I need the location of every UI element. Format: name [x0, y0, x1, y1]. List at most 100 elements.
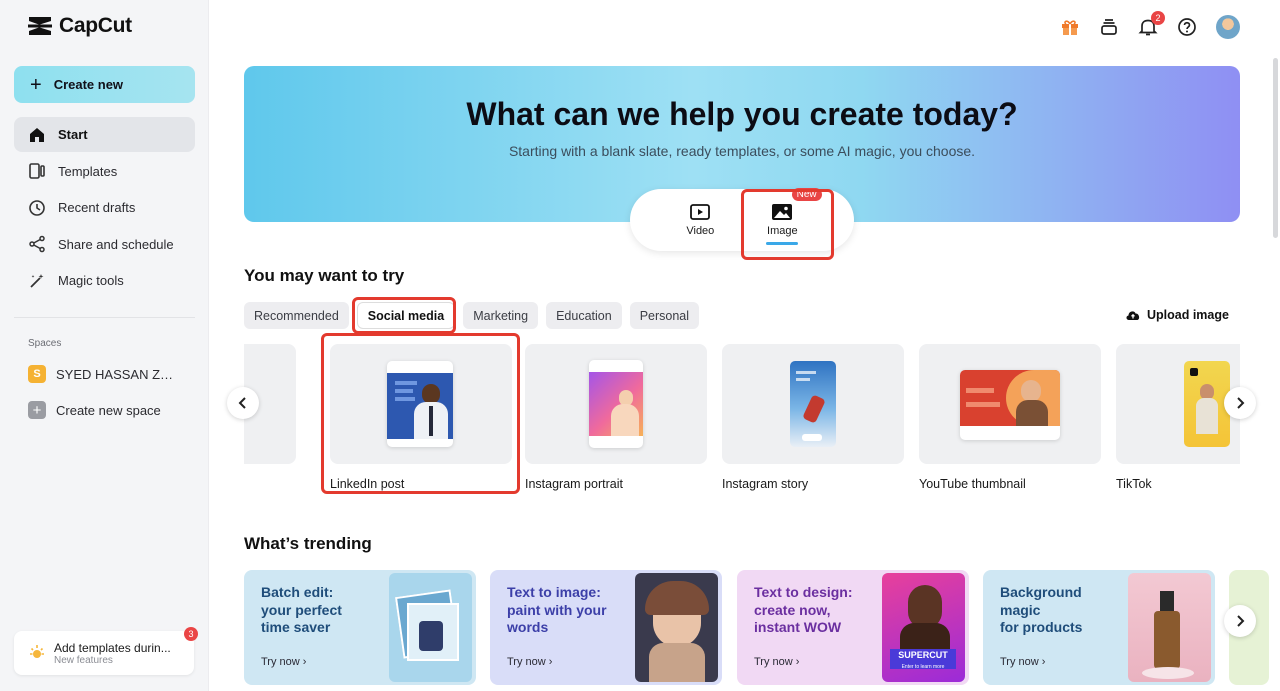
trending-card-image: [635, 573, 718, 682]
trending-card-text-to-image[interactable]: Text to image: paint with your words Try n…: [490, 570, 722, 685]
template-card-youtube-thumbnail[interactable]: YouTube thumbnail: [919, 344, 1101, 491]
promo-subtitle: New features: [54, 654, 113, 666]
notification-count-badge: 2: [1151, 11, 1165, 25]
template-card-label: Instagram story: [722, 477, 809, 491]
template-card-tiktok[interactable]: TikTok: [1116, 344, 1240, 491]
create-space-button[interactable]: + Create new space: [28, 401, 198, 419]
page-scrollbar[interactable]: [1273, 58, 1278, 238]
sidebar-divider: [14, 317, 195, 318]
hero-subtitle: Starting with a blank slate, ready templ…: [508, 143, 976, 159]
mode-video-tab[interactable]: Video: [686, 203, 714, 237]
try-now-link[interactable]: Try now ›: [1000, 656, 1045, 668]
trending-card-title: Batch edit: your perfect time saver: [261, 584, 342, 635]
sidebar-item-label: Magic tools: [58, 273, 124, 288]
sidebar-item-templates[interactable]: Templates: [14, 154, 195, 189]
try-now-link[interactable]: Try now ›: [507, 656, 552, 668]
create-new-button[interactable]: + Create new: [14, 66, 195, 103]
chevron-left-icon: [238, 397, 246, 409]
trending-card-title: Background magic for products: [1000, 584, 1083, 635]
try-section-title: You may want to try: [244, 266, 405, 285]
promo-title: Add templates durin...: [54, 640, 171, 655]
trending-card-image: [389, 573, 472, 682]
template-thumbnail: [525, 344, 707, 464]
app-name: CapCut: [59, 14, 132, 37]
template-card-label: YouTube thumbnail: [919, 477, 1026, 491]
trending-card-image: [1128, 573, 1211, 682]
carousel-next-button[interactable]: [1224, 387, 1256, 419]
template-thumbnail: [722, 344, 904, 464]
template-card-instagram-story[interactable]: Instagram story: [722, 344, 904, 491]
template-thumbnail: [1116, 344, 1240, 464]
space-name: SYED HASSAN ZAM...: [56, 366, 181, 382]
template-card-instagram-portrait[interactable]: Instagram portrait: [525, 344, 707, 491]
plus-icon: +: [28, 401, 46, 419]
trending-card-batch-edit[interactable]: Batch edit: your perfect time saver Try no…: [244, 570, 476, 685]
hero-title: What can we help you create today?: [466, 96, 1018, 132]
carousel-prev-button[interactable]: [227, 387, 259, 419]
sidebar-item-recent-drafts[interactable]: Recent drafts: [14, 190, 195, 225]
magic-wand-icon: [30, 273, 44, 288]
image-icon: [772, 204, 793, 220]
top-toolbar: 2: [1060, 11, 1240, 39]
promo-card[interactable]: Add templates durin... New features 3: [14, 627, 198, 675]
sun-icon: [30, 645, 44, 658]
sidebar-item-magic-tools[interactable]: Magic tools: [14, 263, 195, 298]
template-card-label: LinkedIn post: [330, 477, 405, 491]
stack-icon[interactable]: [1099, 17, 1119, 37]
sidebar-nav: Start Templates Recent drafts Share and …: [14, 117, 195, 300]
space-avatar: S: [28, 365, 46, 383]
mode-image-tab[interactable]: New Image: [766, 188, 822, 245]
chip-personal[interactable]: Personal: [629, 302, 700, 329]
category-chips: Recommended Social media Marketing Educa…: [244, 302, 700, 329]
try-now-link[interactable]: Try now ›: [754, 656, 799, 668]
try-now-link[interactable]: Try now ›: [261, 656, 306, 668]
sidebar-item-label: Share and schedule: [58, 236, 174, 252]
trending-card-title: Text to design: create now, instant WOW: [754, 584, 853, 635]
promo-count-badge: 3: [184, 627, 198, 641]
trending-card-title: Text to image: paint with your words: [507, 584, 607, 635]
sidebar: CapCut + Create new Start Templates Rece…: [0, 0, 209, 691]
supercut-label: SUPERCUT: [898, 650, 948, 660]
trending-card-text-to-design[interactable]: Text to design: create now, instant WOW Tr…: [737, 570, 969, 685]
plus-icon: +: [30, 73, 42, 96]
chip-education[interactable]: Education: [546, 302, 622, 329]
sidebar-item-label: Templates: [58, 163, 118, 179]
template-card-linkedin-post[interactable]: LinkedIn post: [330, 344, 512, 491]
space-item[interactable]: S SYED HASSAN ZAM...: [28, 365, 198, 383]
video-icon: [690, 204, 711, 220]
capcut-logo-icon: [28, 17, 52, 35]
help-icon[interactable]: [1177, 17, 1197, 37]
spaces-heading: Spaces: [28, 338, 62, 349]
template-carousel: LinkedIn post Instagram portrait Instagr…: [244, 344, 1240, 494]
chip-recommended[interactable]: Recommended: [244, 302, 349, 329]
chip-social-media[interactable]: Social media: [356, 302, 456, 329]
mode-label: Image: [767, 225, 798, 237]
sidebar-item-share-schedule[interactable]: Share and schedule: [14, 227, 195, 262]
sidebar-item-start[interactable]: Start: [14, 117, 195, 152]
sidebar-item-label: Start: [58, 127, 88, 142]
clock-icon: [29, 199, 45, 216]
create-space-label: Create new space: [56, 402, 161, 418]
selected-underline: [766, 242, 799, 245]
chevron-right-icon: [1237, 615, 1245, 627]
sidebar-item-label: Recent drafts: [58, 200, 136, 215]
upload-image-button[interactable]: Upload image: [1125, 308, 1229, 322]
new-badge: New: [791, 188, 822, 201]
supercut-sub: Enter to learn more: [901, 664, 945, 670]
template-thumbnail: [919, 344, 1101, 464]
create-new-label: Create new: [53, 77, 124, 92]
gift-icon[interactable]: [1060, 17, 1080, 37]
trending-section-title: What’s trending: [244, 534, 372, 553]
template-card-label: TikTok: [1116, 477, 1152, 491]
upload-image-label: Upload image: [1147, 308, 1229, 322]
chip-marketing[interactable]: Marketing: [463, 302, 539, 329]
notifications-button[interactable]: 2: [1138, 11, 1165, 37]
trending-card-background-magic[interactable]: Background magic for products Try now ›: [983, 570, 1215, 685]
mode-switch: Video New Image: [630, 188, 854, 251]
mode-label: Video: [686, 225, 715, 237]
home-icon: [30, 127, 44, 142]
trending-next-button[interactable]: [1224, 605, 1256, 637]
capcut-logo[interactable]: CapCut: [27, 14, 132, 38]
cloud-upload-icon: [1126, 311, 1140, 320]
user-avatar[interactable]: [1216, 15, 1240, 39]
